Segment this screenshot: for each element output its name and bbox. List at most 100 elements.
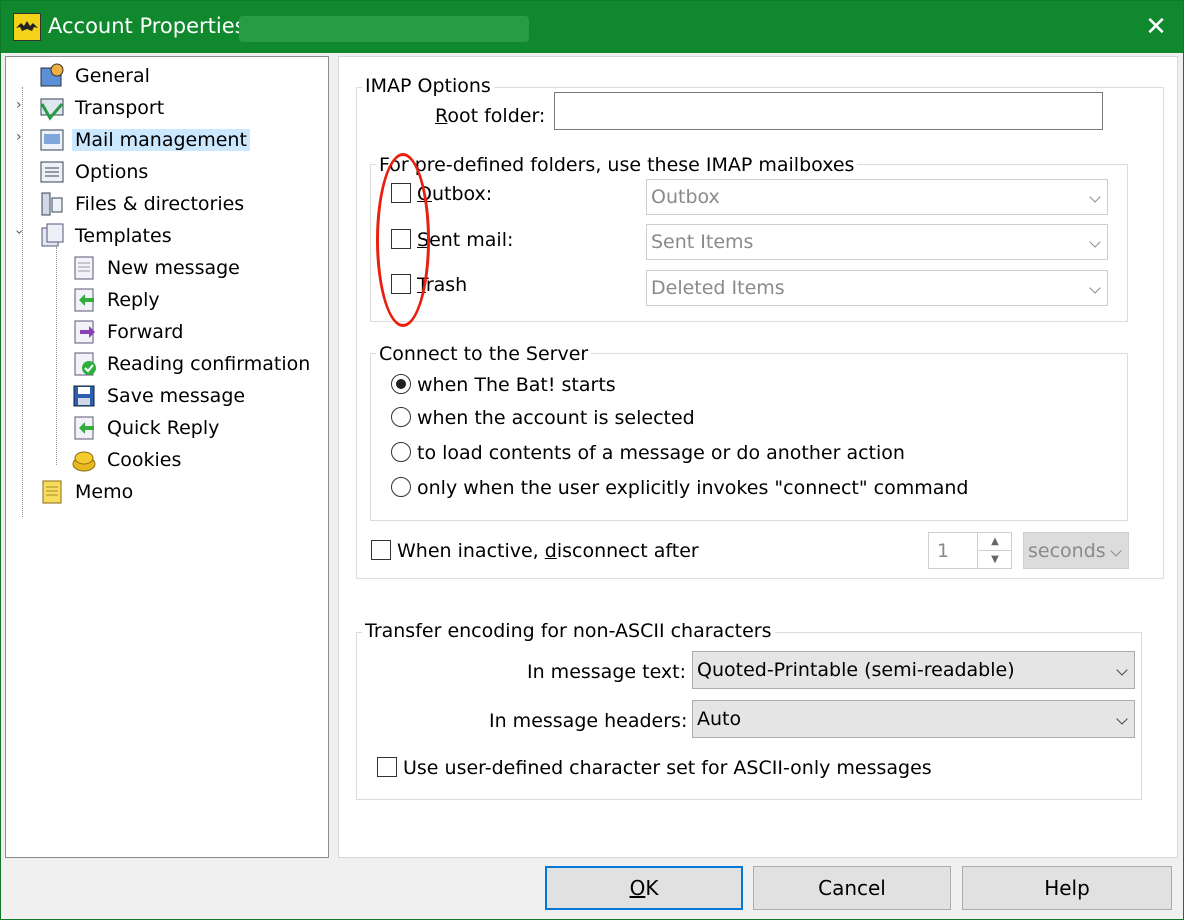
tree-item-label: Templates	[75, 225, 172, 247]
chevron-down-icon	[1089, 191, 1101, 203]
outbox-label: Outbox:	[417, 183, 493, 205]
connect-on-action-radio[interactable]	[391, 442, 411, 462]
ascii-charset-checkbox[interactable]	[377, 757, 397, 777]
tree-connector	[22, 87, 23, 517]
tree-item-forward[interactable]: Forward	[70, 317, 186, 347]
settings-tree: › › › General Transport Mail management …	[5, 56, 329, 858]
message-text-encoding-label: In message text:	[527, 661, 687, 683]
transport-icon	[38, 94, 66, 122]
general-icon	[38, 62, 66, 90]
the-bat-app-icon	[13, 13, 41, 41]
help-button[interactable]: Help	[962, 866, 1172, 910]
tree-item-options[interactable]: Options	[38, 157, 151, 187]
memo-icon	[38, 478, 66, 506]
tree-item-label: New message	[107, 257, 240, 279]
quick-reply-icon	[70, 414, 98, 442]
encoding-group-label: Transfer encoding for non-ASCII characte…	[362, 620, 775, 642]
expand-mail-management-icon[interactable]: ›	[16, 129, 22, 145]
tree-item-new-message[interactable]: New message	[70, 253, 243, 283]
outbox-checkbox[interactable]	[391, 183, 411, 203]
tree-item-label: Forward	[107, 321, 184, 343]
reading-confirmation-icon	[70, 350, 98, 378]
save-message-icon	[70, 382, 98, 410]
tree-item-templates[interactable]: Templates	[38, 221, 175, 251]
tree-item-quick-reply[interactable]: Quick Reply	[70, 413, 222, 443]
sent-mail-mailbox-select[interactable]: Sent Items	[646, 224, 1108, 260]
connect-on-select-label: when the account is selected	[417, 407, 695, 429]
ascii-charset-label: Use user-defined character set for ASCII…	[403, 757, 932, 779]
tree-item-save-message[interactable]: Save message	[70, 381, 248, 411]
new-message-icon	[70, 254, 98, 282]
tree-item-label: Cookies	[107, 449, 182, 471]
window-title: Account Properties -	[48, 14, 260, 38]
tree-connector	[56, 247, 57, 465]
disconnect-label: When inactive, disconnect after	[397, 540, 699, 562]
tree-item-label: Quick Reply	[107, 417, 220, 439]
stepper-buttons: ▲ ▼	[977, 533, 1012, 569]
tree-item-label: General	[75, 65, 150, 87]
disconnect-unit-select[interactable]: seconds	[1023, 532, 1129, 569]
chevron-down-icon	[1116, 664, 1128, 676]
sent-mail-checkbox[interactable]	[391, 229, 411, 249]
chevron-down-icon	[1116, 713, 1128, 725]
redacted-account-name	[239, 16, 529, 42]
connect-on-select-radio[interactable]	[391, 407, 411, 427]
stepper-up-icon[interactable]: ▲	[978, 533, 1012, 551]
message-headers-encoding-value: Auto	[697, 708, 742, 730]
tree-item-label: Memo	[75, 481, 134, 503]
expand-transport-icon[interactable]: ›	[16, 97, 22, 113]
account-properties-window: Account Properties - ✕ › › › General Tra…	[0, 0, 1184, 920]
connect-on-start-label: when The Bat! starts	[417, 374, 616, 396]
cookies-icon	[70, 446, 98, 474]
mail-management-icon	[38, 126, 66, 154]
tree-item-label: Mail management	[72, 129, 250, 151]
tree-item-reply[interactable]: Reply	[70, 285, 163, 315]
trash-mailbox-value: Deleted Items	[651, 277, 785, 299]
title-bar: Account Properties - ✕	[1, 1, 1183, 53]
mail-management-panel: IMAP Options Root folder: For pre-define…	[338, 56, 1178, 858]
outbox-mailbox-select[interactable]: Outbox	[646, 179, 1108, 215]
tree-item-memo[interactable]: Memo	[38, 477, 136, 507]
tree-item-label: Options	[75, 161, 149, 183]
tree-item-label: Transport	[75, 97, 165, 119]
tree-item-label: Reply	[107, 289, 160, 311]
tree-item-label: Files & directories	[75, 193, 245, 215]
trash-checkbox[interactable]	[391, 274, 411, 294]
imap-options-label: IMAP Options	[362, 75, 494, 97]
message-text-encoding-value: Quoted-Printable (semi-readable)	[697, 659, 1015, 681]
ok-button[interactable]: OK	[545, 866, 743, 910]
cancel-button[interactable]: Cancel	[753, 866, 951, 910]
reply-icon	[70, 286, 98, 314]
tree-item-mail-management[interactable]: Mail management	[38, 125, 250, 155]
tree-item-files-directories[interactable]: Files & directories	[38, 189, 247, 219]
chevron-down-icon	[1110, 544, 1122, 557]
sent-mail-mailbox-value: Sent Items	[651, 231, 754, 253]
stepper-down-icon[interactable]: ▼	[978, 551, 1012, 569]
disconnect-checkbox[interactable]	[371, 540, 391, 560]
disconnect-timeout-stepper[interactable]: 1 ▲ ▼	[928, 532, 1012, 569]
outbox-mailbox-value: Outbox	[651, 186, 720, 208]
connect-on-action-label: to load contents of a message or do anot…	[417, 442, 905, 464]
disconnect-timeout-value: 1	[937, 539, 950, 562]
chevron-down-icon	[1089, 236, 1101, 248]
close-icon[interactable]: ✕	[1129, 1, 1183, 53]
tree-item-cookies[interactable]: Cookies	[70, 445, 184, 475]
tree-item-general[interactable]: General	[38, 61, 153, 91]
connect-explicit-radio[interactable]	[391, 477, 411, 497]
trash-mailbox-select[interactable]: Deleted Items	[646, 270, 1108, 306]
options-icon	[38, 158, 66, 186]
forward-icon	[70, 318, 98, 346]
connect-group-label: Connect to the Server	[376, 343, 592, 365]
tree-item-reading-confirmation[interactable]: Reading confirmation	[70, 349, 313, 379]
message-headers-encoding-select[interactable]: Auto	[692, 700, 1135, 738]
tree-item-label: Save message	[107, 385, 246, 407]
connect-on-start-radio[interactable]	[391, 374, 411, 394]
tree-item-transport[interactable]: Transport	[38, 93, 167, 123]
root-folder-label: Root folder:	[435, 105, 546, 127]
root-folder-input[interactable]	[554, 92, 1103, 130]
message-headers-encoding-label: In message headers:	[489, 710, 688, 732]
message-text-encoding-select[interactable]: Quoted-Printable (semi-readable)	[692, 651, 1135, 689]
tree-item-label: Reading confirmation	[107, 353, 311, 375]
trash-label: Trash	[417, 274, 468, 296]
collapse-templates-icon[interactable]: ›	[11, 229, 27, 235]
